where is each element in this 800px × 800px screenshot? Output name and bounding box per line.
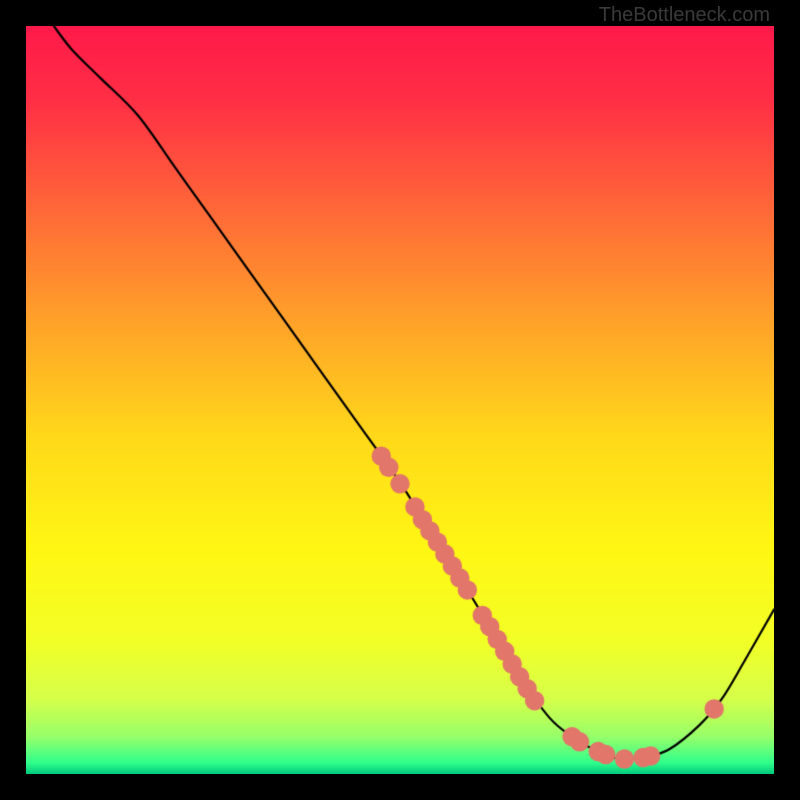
- watermark-text: TheBottleneck.com: [599, 4, 770, 27]
- chart-container: TheBottleneck.com: [0, 0, 800, 800]
- plot-area: [26, 26, 774, 774]
- chart-canvas: [26, 26, 774, 774]
